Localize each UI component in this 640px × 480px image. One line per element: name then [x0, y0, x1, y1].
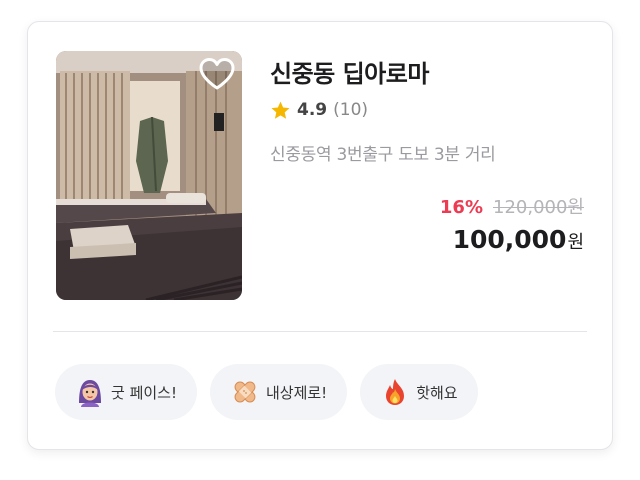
final-price-unit: 원: [567, 232, 584, 253]
divider: [53, 331, 587, 332]
rating: 4.9 (10): [270, 98, 368, 122]
face-woman-icon: [79, 380, 101, 407]
rating-score: 4.9: [297, 100, 328, 120]
tag-hot[interactable]: 핫해요: [360, 364, 478, 420]
tag-zero-injury[interactable]: 내상제로!: [209, 364, 348, 420]
tag-label: 핫해요: [416, 383, 458, 402]
shop-name[interactable]: 신중동 딥아로마: [270, 54, 429, 89]
tag-list: 굿 페이스! 내상제로! 핫해요: [55, 364, 478, 420]
location-text: 신중동역 3번출구 도보 3분 거리: [270, 145, 496, 165]
price-discount-row: 16% 120,000원: [440, 193, 584, 219]
original-price: 120,000원: [493, 197, 584, 218]
heart-icon[interactable]: [198, 57, 236, 91]
star-icon: [271, 101, 290, 119]
tag-good-face[interactable]: 굿 페이스!: [55, 364, 197, 420]
final-price: 100,000 원: [453, 225, 584, 254]
bandage-icon: [234, 381, 256, 403]
tag-label: 굿 페이스!: [111, 383, 177, 402]
shop-thumbnail[interactable]: [56, 51, 242, 300]
tag-label: 내상제로!: [265, 383, 328, 402]
discount-rate: 16%: [439, 197, 483, 218]
final-price-amount: 100,000: [452, 225, 567, 254]
review-count: (10): [333, 100, 369, 120]
fire-icon: [386, 379, 405, 405]
shop-card[interactable]: 신중동 딥아로마 4.9 (10) 신중동역 3번출구 도보 3분 거리 16%…: [27, 21, 613, 450]
